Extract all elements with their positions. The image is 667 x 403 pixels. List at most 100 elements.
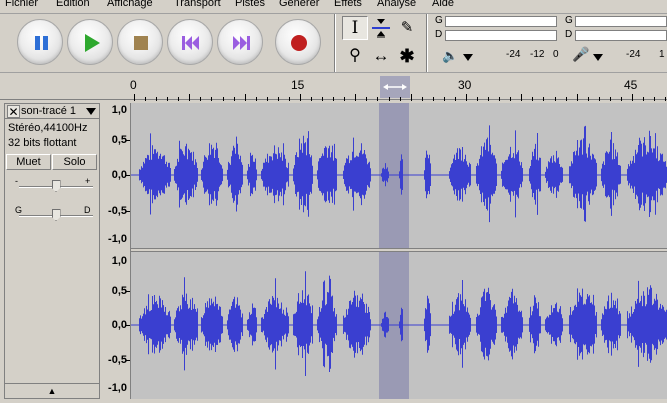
pan-thumb[interactable] <box>51 209 61 221</box>
ruler-tick <box>278 97 279 101</box>
meter-left-label: G <box>435 15 443 26</box>
toolbar-separator <box>334 14 336 72</box>
skip-to-end-button[interactable] <box>217 19 263 65</box>
ruler-tick <box>245 94 246 101</box>
ruler-tick <box>289 97 290 101</box>
menu-generer[interactable]: Générer <box>279 0 319 9</box>
scale-label: 0,5 <box>111 134 127 146</box>
meter-tick: -24 <box>626 49 641 60</box>
ruler-tick <box>543 97 544 101</box>
scale-label: -1,0 <box>108 382 127 394</box>
stop-button[interactable] <box>117 19 163 65</box>
waveform-area[interactable] <box>131 103 667 399</box>
menu-effets[interactable]: Effets <box>334 0 362 9</box>
meter-left-bar <box>445 16 557 27</box>
toolbar-separator <box>426 14 428 72</box>
collapse-track-button[interactable]: ▲ <box>5 383 99 398</box>
ruler-tick <box>145 97 146 101</box>
double-arrow-icon: ↔ <box>372 46 390 65</box>
ruler-label: 45 <box>624 78 638 92</box>
multi-tool[interactable]: ✱ <box>394 44 420 68</box>
meter-left-bar <box>575 16 667 27</box>
ruler-tick <box>134 94 135 101</box>
record-meter[interactable]: G D <box>565 15 667 45</box>
timeshift-tool[interactable]: ↔ <box>368 44 394 68</box>
meter-left-label: G <box>565 15 573 26</box>
pause-button[interactable] <box>17 19 63 65</box>
track-menu-icon[interactable] <box>86 108 96 115</box>
ruler-selection[interactable] <box>380 76 410 98</box>
ruler-tick <box>488 97 489 101</box>
menu-fichier[interactable]: Fichier <box>5 0 38 9</box>
ruler-tick <box>267 97 268 101</box>
ruler-tick <box>555 97 556 101</box>
track-bits: 32 bits flottant <box>8 137 77 149</box>
menu-affichage[interactable]: Affichage <box>107 0 153 9</box>
range-handle-icon <box>383 84 407 90</box>
scale-tick <box>126 360 130 361</box>
playback-meter[interactable]: G D <box>435 15 565 45</box>
ruler-tick <box>422 97 423 101</box>
track-name[interactable]: son-tracé 1 <box>21 105 81 118</box>
gain-minus-label: - <box>15 176 18 186</box>
gain-plus-label: + <box>85 176 91 186</box>
scale-label: 1,0 <box>111 104 127 116</box>
timeline-ruler[interactable]: 0 15 30 45 <box>0 72 667 101</box>
menu-aide[interactable]: Aide <box>432 0 454 9</box>
play-button[interactable] <box>67 19 113 65</box>
scale-label: 0,0 <box>111 319 127 331</box>
chevron-down-icon[interactable] <box>463 54 473 61</box>
gain-thumb[interactable] <box>51 180 61 192</box>
menu-transport[interactable]: Transport <box>174 0 221 9</box>
envelope-icon <box>372 19 390 38</box>
scale-tick <box>126 140 130 141</box>
ruler-tick <box>510 97 511 101</box>
scale-tick <box>126 211 130 212</box>
ruler-tick <box>311 97 312 101</box>
chevron-down-icon[interactable] <box>593 54 603 61</box>
ruler-label: 0 <box>130 78 137 92</box>
meter-tick: -12 <box>530 49 545 60</box>
record-button[interactable] <box>275 19 321 65</box>
scale-label: -0,5 <box>108 205 127 217</box>
ruler-tick <box>211 97 212 101</box>
ruler-tick <box>455 97 456 101</box>
draw-tool[interactable]: ✎ <box>394 16 420 40</box>
speaker-icon[interactable]: 🔈 <box>442 48 458 64</box>
scale-tick <box>126 291 130 292</box>
ruler-label: 15 <box>291 78 305 92</box>
meter-right-bar <box>445 30 557 41</box>
close-icon: ✕ <box>8 105 19 119</box>
menu-analyse[interactable]: Analyse <box>377 0 416 9</box>
vertical-scale[interactable]: 1,0 0,5 0,0 -0,5 -1,0 1,0 0,5 0,0 -0,5 -… <box>100 103 131 399</box>
menu-edition[interactable]: Edition <box>56 0 90 9</box>
meter-right-label: D <box>565 29 573 40</box>
ruler-tick <box>300 94 301 101</box>
mute-button[interactable]: Muet <box>6 154 51 170</box>
gain-slider[interactable]: - + <box>5 176 99 195</box>
scale-label: -1,0 <box>108 233 127 245</box>
close-track-button[interactable]: ✕ <box>7 105 20 119</box>
zoom-tool[interactable]: ⚲ <box>342 44 368 68</box>
envelope-tool[interactable] <box>368 16 394 40</box>
ruler-tick <box>466 94 467 101</box>
meter-tick: -24 <box>506 49 521 60</box>
ruler-tick <box>256 97 257 101</box>
solo-button[interactable]: Solo <box>52 154 97 170</box>
ruler-tick <box>366 97 367 101</box>
play-icon <box>85 34 100 52</box>
selection-tool[interactable]: I <box>342 16 368 40</box>
asterisk-icon: ✱ <box>399 46 415 66</box>
track-header: ✕ son-tracé 1 <box>5 104 99 119</box>
ruler-tick <box>156 97 157 101</box>
ruler-tick <box>411 94 412 101</box>
meter-tick: 0 <box>553 49 559 60</box>
collapse-icon: ▲ <box>47 386 57 396</box>
pan-slider[interactable]: G D <box>5 205 99 224</box>
menu-pistes[interactable]: Pistes <box>235 0 265 9</box>
pan-left-label: G <box>15 205 23 215</box>
meter-tick: 1 <box>659 49 665 60</box>
microphone-icon[interactable]: 🎤 <box>572 46 589 63</box>
skip-to-start-button[interactable] <box>167 19 213 65</box>
scale-label: 1,0 <box>111 255 127 267</box>
